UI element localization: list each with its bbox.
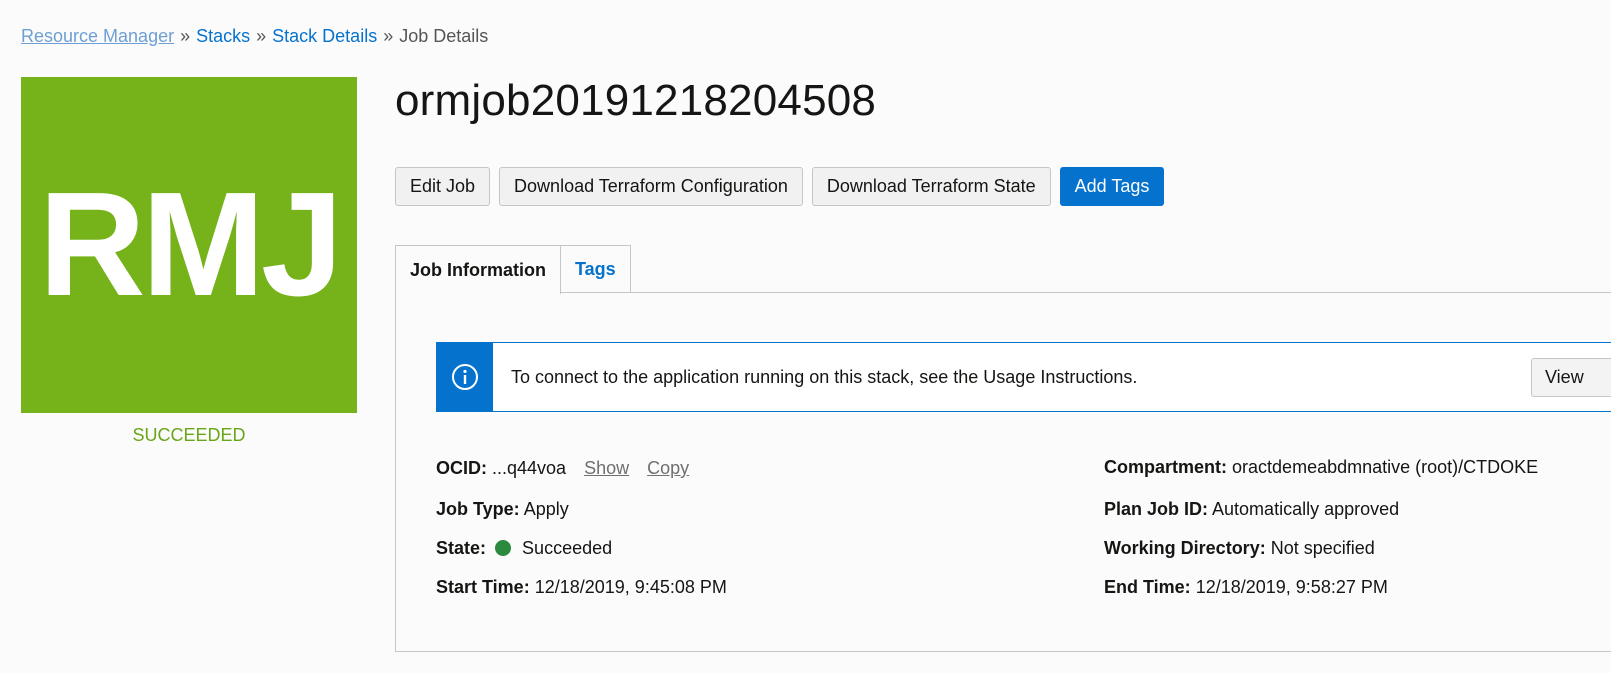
plan-job-id-field: Plan Job ID: Automatically approved bbox=[1104, 499, 1399, 520]
job-details-page: Resource Manager» Stacks» Stack Details» Jo… bbox=[0, 0, 1611, 673]
info-banner-message: To connect to the application running on… bbox=[511, 366, 1138, 387]
action-toolbar: Edit Job Download Terraform Configuratio… bbox=[395, 167, 1165, 206]
breadcrumb-separator: » bbox=[256, 26, 267, 46]
start-time-value: 12/18/2019, 9:45:08 PM bbox=[534, 577, 727, 597]
breadcrumb-current: Job Details bbox=[399, 26, 489, 46]
start-time-label: Start Time: bbox=[436, 577, 530, 597]
download-terraform-configuration-button[interactable]: Download Terraform Configuration bbox=[499, 167, 803, 206]
page-title: ormjob20191218204508 bbox=[395, 76, 877, 125]
breadcrumb-resource-manager[interactable]: Resource Manager bbox=[21, 26, 174, 46]
end-time-value: 12/18/2019, 9:58:27 PM bbox=[1195, 577, 1388, 597]
breadcrumb: Resource Manager» Stacks» Stack Details» Jo… bbox=[21, 26, 488, 47]
resource-badge-initials: RMJ bbox=[38, 162, 343, 327]
ocid-label: OCID: bbox=[436, 458, 487, 478]
working-directory-label: Working Directory: bbox=[1104, 538, 1266, 558]
job-type-field: Job Type: Apply bbox=[436, 499, 569, 520]
breadcrumb-stack-details[interactable]: Stack Details bbox=[272, 26, 377, 46]
compartment-value: oractdemeabdmnative (root)/CTDOKE bbox=[1232, 457, 1539, 477]
compartment-field: Compartment: oractdemeabdmnative (root)/… bbox=[1104, 457, 1538, 478]
view-usage-instructions-button[interactable]: View bbox=[1531, 358, 1611, 397]
tab-bar: Job Information Tags bbox=[395, 245, 631, 294]
tab-job-information[interactable]: Job Information bbox=[395, 245, 561, 294]
resource-status-label: SUCCEEDED bbox=[132, 425, 246, 445]
job-type-label: Job Type: bbox=[436, 499, 520, 519]
compartment-label: Compartment: bbox=[1104, 457, 1228, 477]
info-icon bbox=[437, 343, 493, 411]
ocid-copy-link[interactable]: Copy bbox=[647, 458, 689, 478]
plan-job-id-value: Automatically approved bbox=[1212, 499, 1400, 519]
state-label: State: bbox=[436, 538, 487, 558]
working-directory-field: Working Directory: Not specified bbox=[1104, 538, 1375, 559]
tab-tags[interactable]: Tags bbox=[561, 245, 631, 293]
info-banner: To connect to the application running on… bbox=[436, 342, 1611, 412]
breadcrumb-separator: » bbox=[180, 26, 191, 46]
ocid-value: ...q44voa bbox=[492, 458, 567, 478]
state-value: Succeeded bbox=[522, 538, 613, 558]
ocid-show-link[interactable]: Show bbox=[584, 458, 629, 478]
plan-job-id-label: Plan Job ID: bbox=[1104, 499, 1209, 519]
ocid-field: OCID: ...q44voa Show Copy bbox=[436, 458, 689, 479]
download-terraform-state-button[interactable]: Download Terraform State bbox=[811, 167, 1051, 206]
start-time-field: Start Time: 12/18/2019, 9:45:08 PM bbox=[436, 577, 727, 598]
add-tags-button[interactable]: Add Tags bbox=[1059, 167, 1165, 206]
state-field: State: Succeeded bbox=[436, 538, 612, 559]
end-time-label: End Time: bbox=[1104, 577, 1191, 597]
edit-job-button[interactable]: Edit Job bbox=[395, 167, 491, 206]
resource-badge: RMJ bbox=[21, 77, 357, 413]
working-directory-value: Not specified bbox=[1270, 538, 1375, 558]
end-time-field: End Time: 12/18/2019, 9:58:27 PM bbox=[1104, 577, 1388, 598]
job-type-value: Apply bbox=[523, 499, 569, 519]
state-status-icon bbox=[495, 540, 512, 556]
breadcrumb-separator: » bbox=[383, 26, 394, 46]
breadcrumb-stacks[interactable]: Stacks bbox=[196, 26, 250, 46]
